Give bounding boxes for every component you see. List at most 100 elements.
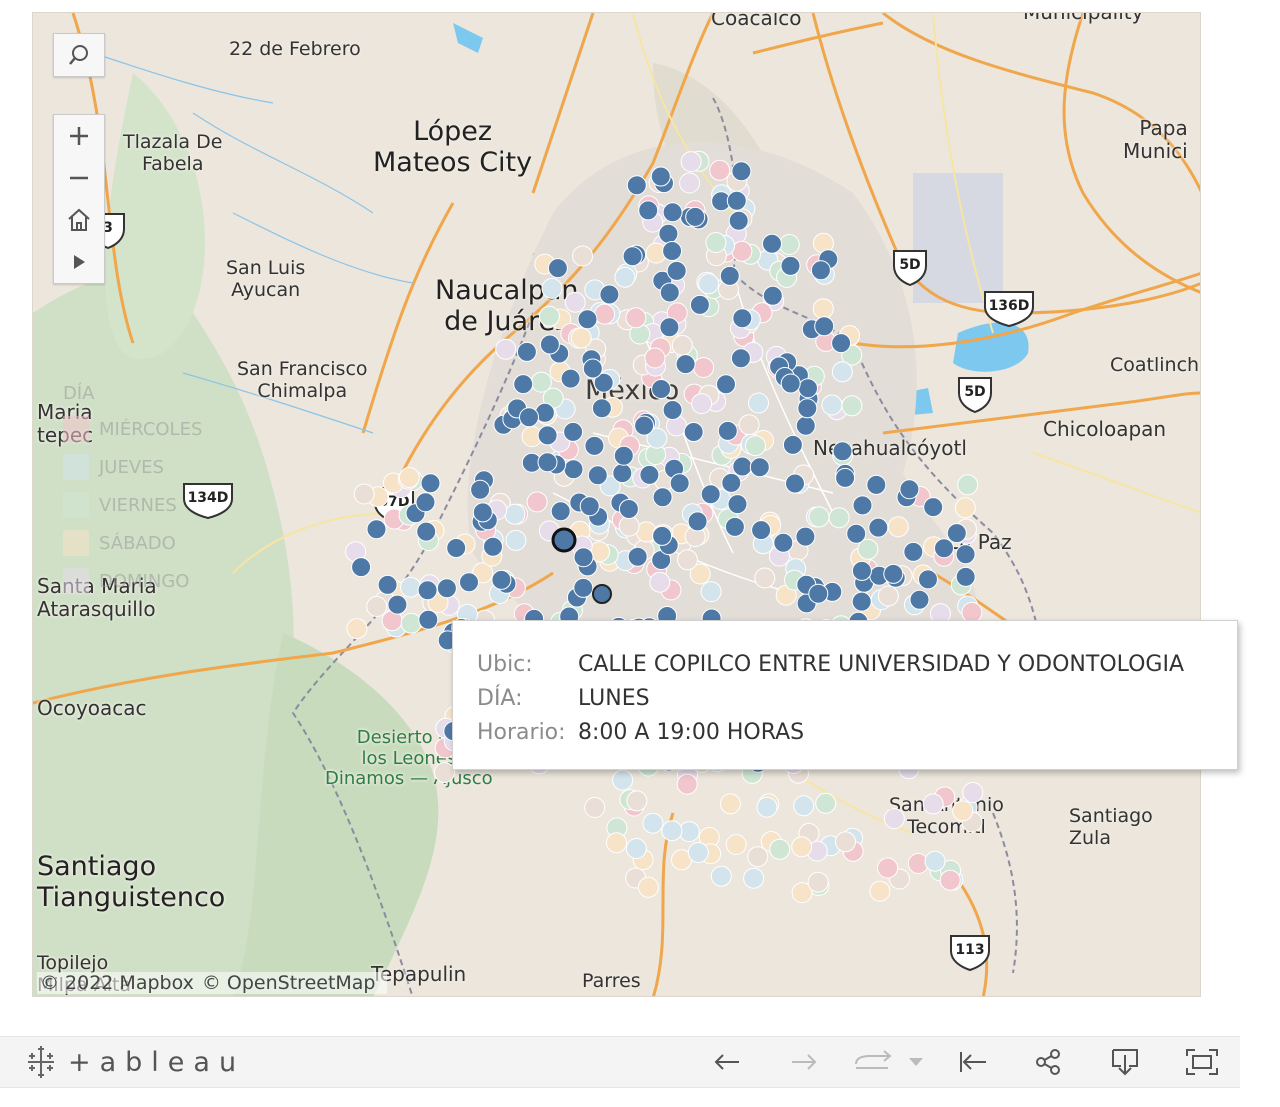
collection-point[interactable] (560, 368, 581, 389)
collection-point[interactable] (798, 378, 818, 399)
collection-point[interactable] (832, 441, 853, 462)
collection-point[interactable] (687, 511, 708, 532)
tableau-logo[interactable]: +ableau (24, 1045, 245, 1079)
collection-point-faded[interactable] (725, 834, 747, 855)
collection-point-faded[interactable] (366, 596, 388, 617)
collection-point[interactable] (612, 463, 633, 484)
collection-point-faded[interactable] (769, 838, 791, 860)
collection-point[interactable] (658, 223, 679, 244)
collection-point[interactable] (537, 425, 558, 446)
collection-point-faded[interactable] (877, 585, 899, 607)
collection-point[interactable] (918, 569, 938, 590)
collection-point[interactable] (579, 496, 600, 517)
collection-point-faded[interactable] (778, 234, 800, 255)
share-icon[interactable] (1031, 1045, 1067, 1079)
osm-attribution[interactable]: © OpenStreetMap (202, 972, 376, 994)
collection-point-faded[interactable] (614, 266, 636, 288)
legend-item[interactable]: SÁBADO (63, 524, 202, 562)
collection-point[interactable] (851, 560, 872, 581)
collection-point[interactable] (785, 473, 805, 494)
collection-point[interactable] (650, 166, 671, 187)
collection-point-faded[interactable] (661, 820, 683, 842)
collection-point-faded[interactable] (618, 515, 640, 537)
collection-point-faded[interactable] (883, 808, 905, 830)
collection-point[interactable] (652, 525, 673, 546)
collection-point-faded[interactable] (625, 838, 647, 859)
collection-point-faded[interactable] (698, 273, 720, 295)
collection-point[interactable] (436, 578, 457, 599)
collection-point[interactable] (835, 467, 856, 488)
collection-point[interactable] (622, 246, 643, 267)
collection-point[interactable] (662, 241, 683, 261)
collection-point[interactable] (377, 574, 398, 595)
collection-point-faded[interactable] (398, 467, 420, 488)
collection-point[interactable] (762, 233, 782, 254)
collection-point[interactable] (732, 456, 753, 477)
collection-point[interactable] (634, 415, 655, 436)
zoom-in-icon[interactable] (54, 115, 104, 157)
collection-point-faded[interactable] (831, 361, 853, 383)
collection-point-faded[interactable] (676, 773, 698, 795)
collection-point[interactable] (516, 341, 537, 362)
collection-point-faded[interactable] (754, 567, 776, 589)
collection-point[interactable] (563, 459, 584, 480)
collection-point[interactable] (446, 538, 467, 558)
collection-point-faded[interactable] (877, 857, 899, 879)
collection-point-faded[interactable] (594, 303, 616, 325)
collection-point-faded[interactable] (815, 792, 837, 814)
search-icon[interactable] (54, 34, 104, 76)
collection-point[interactable] (662, 400, 683, 420)
collection-point-faded[interactable] (570, 327, 592, 349)
collection-point[interactable] (519, 407, 539, 428)
collection-point[interactable] (719, 265, 740, 286)
collection-point[interactable] (415, 492, 436, 513)
collection-point[interactable] (831, 333, 852, 354)
collection-point-faded[interactable] (743, 867, 765, 889)
legend-item[interactable]: VIERNES (63, 486, 202, 524)
collection-point[interactable] (537, 452, 558, 473)
collection-point[interactable] (934, 538, 954, 559)
collection-point-faded[interactable] (612, 769, 634, 791)
collection-point-faded[interactable] (693, 357, 715, 378)
collection-point[interactable] (946, 523, 967, 544)
collection-point[interactable] (797, 398, 818, 419)
collection-point-faded[interactable] (719, 793, 741, 815)
collection-point-faded[interactable] (400, 576, 421, 598)
collection-point[interactable] (923, 497, 944, 518)
collection-point[interactable] (418, 609, 439, 630)
collection-point-faded[interactable] (679, 172, 701, 194)
collection-point-faded[interactable] (691, 393, 713, 415)
collection-point-faded[interactable] (526, 491, 548, 513)
home-icon[interactable] (54, 199, 104, 241)
collection-point[interactable] (351, 557, 372, 578)
collection-point[interactable] (773, 532, 794, 553)
legend-item[interactable]: DOMINGO (63, 562, 202, 600)
collection-point[interactable] (577, 309, 598, 330)
collection-point[interactable] (459, 572, 479, 593)
collection-point-faded[interactable] (700, 581, 722, 603)
collection-point[interactable] (955, 566, 976, 587)
collection-point-faded[interactable] (841, 395, 863, 417)
collection-point-faded[interactable] (821, 394, 843, 416)
collection-point-faded[interactable] (687, 842, 709, 863)
collection-point-faded[interactable] (738, 414, 760, 436)
collection-point-faded[interactable] (812, 298, 834, 320)
collection-point[interactable] (716, 374, 736, 395)
collection-point[interactable] (563, 421, 584, 442)
collection-point-faded[interactable] (705, 232, 727, 253)
collection-point-faded[interactable] (709, 159, 731, 181)
collection-point[interactable] (387, 594, 408, 615)
collection-point[interactable] (613, 445, 634, 466)
collection-point-faded[interactable] (504, 503, 526, 525)
collection-point-faded[interactable] (952, 800, 974, 822)
collection-point[interactable] (666, 260, 687, 281)
hovered-point[interactable] (592, 584, 612, 604)
collection-point-faded[interactable] (957, 474, 979, 496)
collection-point[interactable] (651, 379, 672, 399)
collection-point-faded[interactable] (745, 435, 766, 457)
data-points-layer[interactable] (33, 13, 1201, 997)
dropdown-icon[interactable] (904, 1045, 928, 1079)
collection-point-faded[interactable] (564, 291, 586, 313)
collection-point-faded[interactable] (541, 277, 563, 299)
collection-point-faded[interactable] (747, 846, 769, 868)
